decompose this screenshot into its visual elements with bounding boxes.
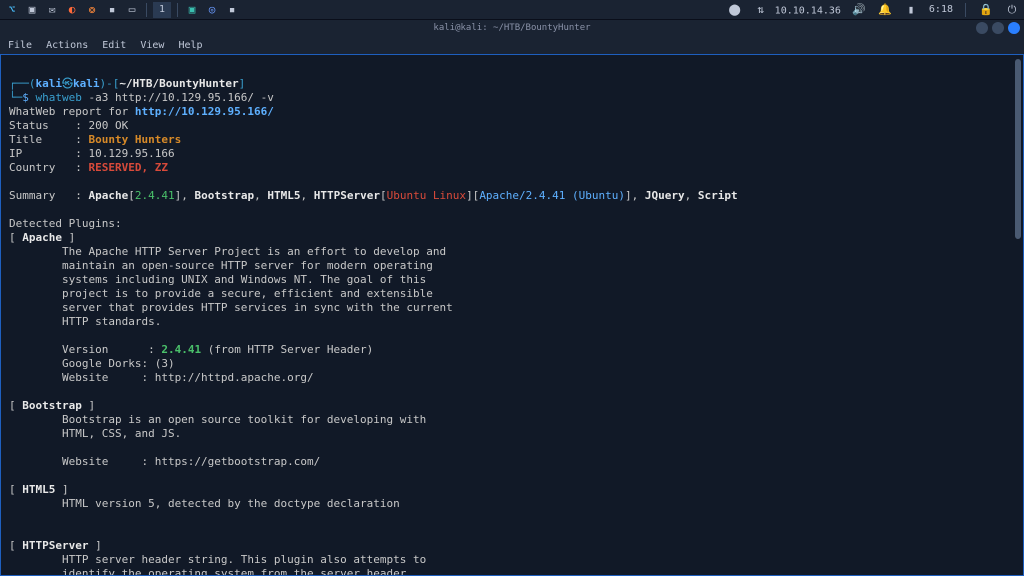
detected-plugins: Detected Plugins: xyxy=(9,217,122,230)
close-button[interactable] xyxy=(1008,22,1020,34)
apache-d4: project is to provide a secure, efficien… xyxy=(9,287,433,300)
prompt-line1: ┌──(kali㉿kali)-[~/HTB/BountyHunter] xyxy=(9,77,245,90)
b: [ xyxy=(380,189,387,202)
separator xyxy=(177,3,178,17)
country-label: Country : xyxy=(9,161,88,174)
ip-text: 10.10.14.36 xyxy=(775,5,841,16)
menu-actions[interactable]: Actions xyxy=(46,40,88,51)
kali-logo-icon[interactable]: ⌥ xyxy=(4,2,20,18)
window-controls xyxy=(976,22,1020,34)
httpserver-d2: identify the operating system from the s… xyxy=(9,567,413,575)
apache-dorks: Google Dorks: (3) xyxy=(9,357,175,370)
sum-apache-ver: 2.4.41 xyxy=(135,189,175,202)
separator xyxy=(146,3,147,17)
status-value: 200 OK xyxy=(88,119,128,132)
ip-value: 10.129.95.166 xyxy=(88,147,174,160)
b: ][ xyxy=(466,189,479,202)
plugin-html5-head: [ HTML5 ] xyxy=(9,483,69,496)
window-titlebar: kali@kali: ~/HTB/BountyHunter xyxy=(0,20,1024,36)
sum-hs-os: Ubuntu Linux xyxy=(387,189,466,202)
prompt-line2: └─$ xyxy=(9,91,29,104)
title-label: Title : xyxy=(9,133,88,146)
title-value: Bounty Hunters xyxy=(88,133,181,146)
menu-help[interactable]: Help xyxy=(178,40,202,51)
power-icon[interactable]: ⏻ xyxy=(1004,2,1020,18)
mail-icon[interactable]: ✉ xyxy=(44,2,60,18)
cmd-args: -a3 http://10.129.95.166/ -v xyxy=(82,91,274,104)
plugin-apache-head: [ Apache ] xyxy=(9,231,75,244)
sum-jquery: JQuery xyxy=(645,189,685,202)
sum-httpserver: HTTPServer xyxy=(314,189,380,202)
volume-icon[interactable]: 🔊 xyxy=(851,2,867,18)
clock[interactable]: 6:18 xyxy=(929,4,953,15)
apache-ver: Version : 2.4.41 (from HTTP Server Heade… xyxy=(9,343,373,356)
plugin-httpserver-head: [ HTTPServer ] xyxy=(9,539,102,552)
network-icon: ⇅ xyxy=(753,2,769,18)
html5-d1: HTML version 5, detected by the doctype … xyxy=(9,497,400,510)
menu-view[interactable]: View xyxy=(140,40,164,51)
terminal[interactable]: ┌──(kali㉿kali)-[~/HTB/BountyHunter] └─$ … xyxy=(1,55,1023,575)
separator xyxy=(965,3,966,17)
s: , xyxy=(685,189,698,202)
bootstrap-d2: HTML, CSS, and JS. xyxy=(9,427,181,440)
report-url: http://10.129.95.166/ xyxy=(135,105,274,118)
ip-label: IP : xyxy=(9,147,88,160)
desktop-taskbar: ⌥ ▣ ✉ ◐ ❂ ▪ ▭ 1 ▣ ◎ ▪ ⬤ ⇅ 10.10.14.36 🔊 … xyxy=(0,0,1024,20)
running-app3-icon[interactable]: ▪ xyxy=(224,2,240,18)
s: , xyxy=(300,189,313,202)
running-app2-icon[interactable]: ◎ xyxy=(204,2,220,18)
sum-hs-srv: Apache/2.4.41 (Ubuntu) xyxy=(479,189,625,202)
apache-d1: The Apache HTTP Server Project is an eff… xyxy=(9,245,446,258)
firefox-icon[interactable]: ❂ xyxy=(84,2,100,18)
status-label: Status : xyxy=(9,119,88,132)
recorder-icon[interactable]: ⬤ xyxy=(727,2,743,18)
plugin-bootstrap-head: [ Bootstrap ] xyxy=(9,399,95,412)
apache-site: Website : http://httpd.apache.org/ xyxy=(9,371,314,384)
report-line: WhatWeb report for xyxy=(9,105,135,118)
taskbar-right: ⬤ ⇅ 10.10.14.36 🔊 🔔 ▮ 6:18 🔒 ⏻ xyxy=(727,2,1020,18)
browser-icon[interactable]: ◐ xyxy=(64,2,80,18)
terminal-menubar: File Actions Edit View Help xyxy=(0,36,1024,54)
window-title: kali@kali: ~/HTB/BountyHunter xyxy=(433,23,590,33)
country-value: RESERVED, ZZ xyxy=(88,161,167,174)
maximize-button[interactable] xyxy=(992,22,1004,34)
sum-bootstrap: Bootstrap xyxy=(194,189,254,202)
taskbar-left: ⌥ ▣ ✉ ◐ ❂ ▪ ▭ 1 ▣ ◎ ▪ xyxy=(4,2,240,18)
s: , xyxy=(181,189,194,202)
menu-edit[interactable]: Edit xyxy=(102,40,126,51)
menu-file[interactable]: File xyxy=(8,40,32,51)
lock-icon[interactable]: 🔒 xyxy=(978,2,994,18)
apache-d5: server that provides HTTP services in sy… xyxy=(9,301,453,314)
terminal-icon[interactable]: ▪ xyxy=(104,2,120,18)
network-ip[interactable]: ⇅ 10.10.14.36 xyxy=(753,2,841,18)
s: , xyxy=(632,189,645,202)
apache-d3: systems including UNIX and Windows NT. T… xyxy=(9,273,426,286)
sum-script: Script xyxy=(698,189,738,202)
b: ] xyxy=(625,189,632,202)
terminal-frame: ┌──(kali㉿kali)-[~/HTB/BountyHunter] └─$ … xyxy=(0,54,1024,576)
cmd-bin: whatweb xyxy=(36,91,82,104)
notification-icon[interactable]: 🔔 xyxy=(877,2,893,18)
apache-d2: maintain an open-source HTTP server for … xyxy=(9,259,433,272)
editor-icon[interactable]: ▭ xyxy=(124,2,140,18)
minimize-button[interactable] xyxy=(976,22,988,34)
files-icon[interactable]: ▣ xyxy=(24,2,40,18)
bootstrap-d1: Bootstrap is an open source toolkit for … xyxy=(9,413,426,426)
workspace-indicator[interactable]: 1 xyxy=(153,2,171,18)
apache-d6: HTTP standards. xyxy=(9,315,161,328)
b: [ xyxy=(128,189,135,202)
running-app-icon[interactable]: ▣ xyxy=(184,2,200,18)
scrollbar[interactable] xyxy=(1015,59,1021,239)
battery-icon[interactable]: ▮ xyxy=(903,2,919,18)
httpserver-d1: HTTP server header string. This plugin a… xyxy=(9,553,426,566)
bootstrap-site: Website : https://getbootstrap.com/ xyxy=(9,455,320,468)
sum-html5: HTML5 xyxy=(267,189,300,202)
summary-label: Summary : xyxy=(9,189,88,202)
sum-apache: Apache xyxy=(88,189,128,202)
s: , xyxy=(254,189,267,202)
